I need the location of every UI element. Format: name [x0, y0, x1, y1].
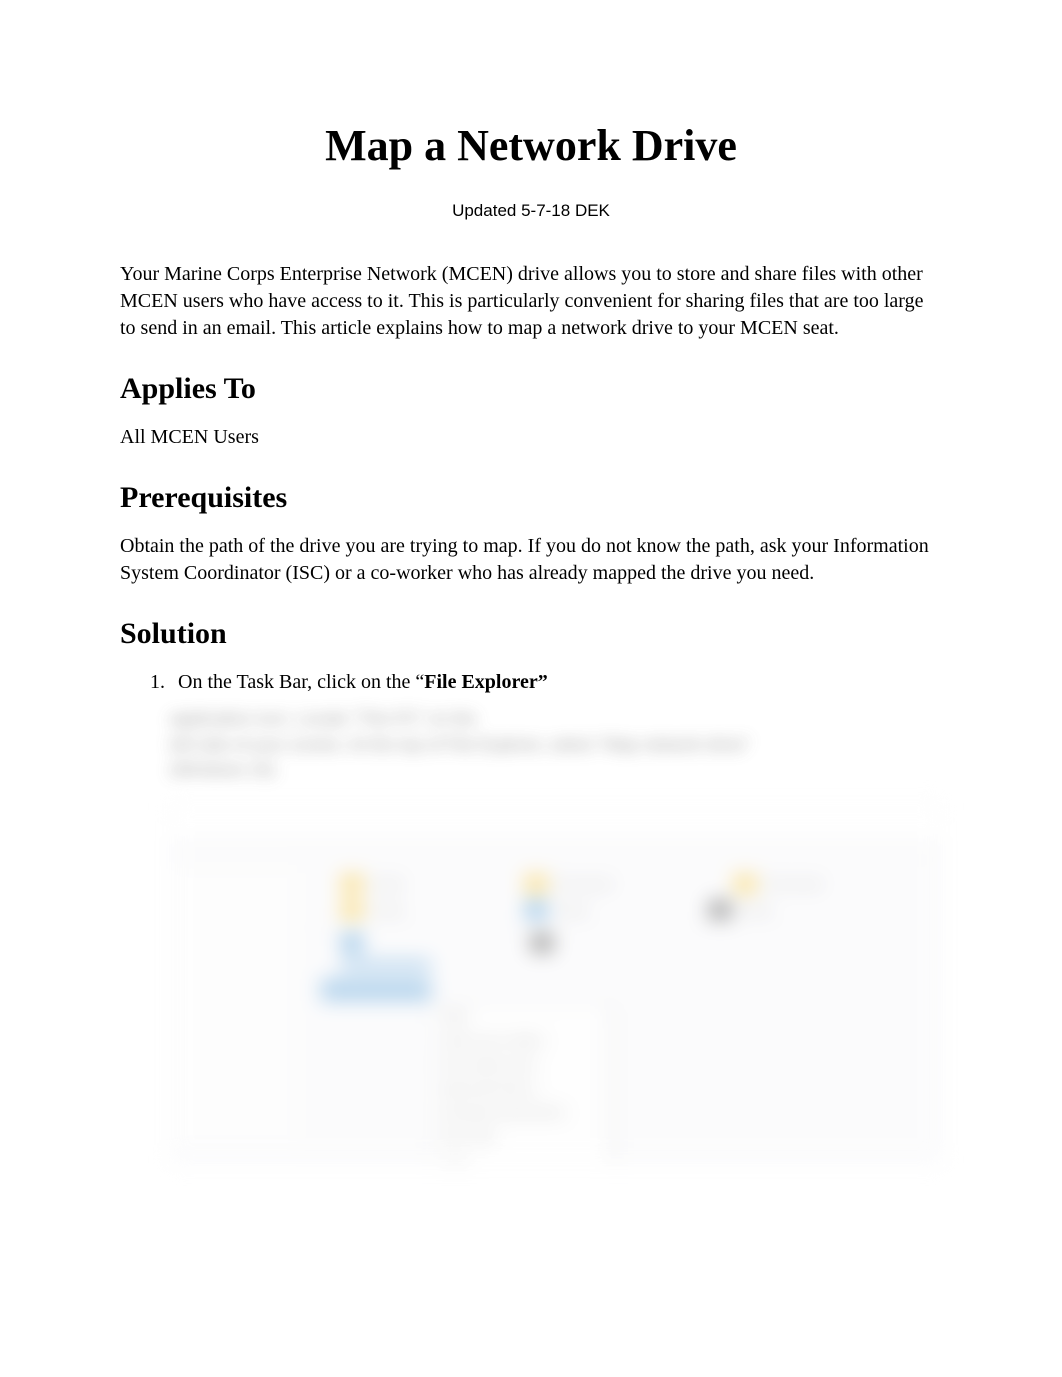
drive-icon — [341, 934, 431, 969]
blur-line-3: (Windows 10). — [170, 760, 279, 779]
prerequisites-heading: Prerequisites — [120, 481, 942, 515]
screenshot-sidebar — [171, 865, 301, 1145]
folder-icon: Folder — [525, 901, 589, 919]
solution-heading: Solution — [120, 617, 942, 651]
screenshot-toolbar — [171, 844, 941, 865]
intro-paragraph: Your Marine Corps Enterprise Network (MC… — [120, 261, 942, 342]
screenshot-ribbon — [171, 804, 941, 844]
screenshot-context-menu: Open Open in new window Pin to Quick acc… — [431, 1004, 611, 1163]
step1-text-bold: File Explorer” — [424, 671, 548, 693]
drive-icon — [531, 934, 553, 969]
screenshot-main-pane: Folder Documents Downloads Folder Folder… — [301, 865, 941, 1145]
file-explorer-screenshot: Folder Documents Downloads Folder Folder… — [170, 803, 942, 1163]
updated-line: Updated 5-7-18 DEK — [120, 201, 942, 221]
folder-icon: Folder — [341, 875, 405, 893]
screenshot-selected-drive — [321, 979, 431, 1001]
solution-step-1: On the Task Bar, click on the “File Expl… — [170, 669, 942, 696]
page-title: Map a Network Drive — [120, 120, 942, 171]
blur-line-2: left side of your screen. At the top of … — [170, 735, 749, 754]
folder-icon: Documents — [525, 875, 614, 893]
step1-blurred-continuation: application icon. Locate “This PC” on th… — [170, 706, 942, 783]
folder-icon: Folder — [709, 901, 773, 919]
applies-to-heading: Applies To — [120, 372, 942, 406]
solution-steps-list: On the Task Bar, click on the “File Expl… — [120, 669, 942, 696]
folder-icon: Folder — [341, 901, 405, 919]
step1-text-prefix: On the Task Bar, click on the “ — [178, 671, 424, 693]
prerequisites-text: Obtain the path of the drive you are try… — [120, 533, 942, 587]
folder-icon: Downloads — [734, 875, 823, 893]
applies-to-text: All MCEN Users — [120, 424, 942, 451]
blur-line-1: application icon. Locate “This PC” on th… — [170, 709, 476, 728]
